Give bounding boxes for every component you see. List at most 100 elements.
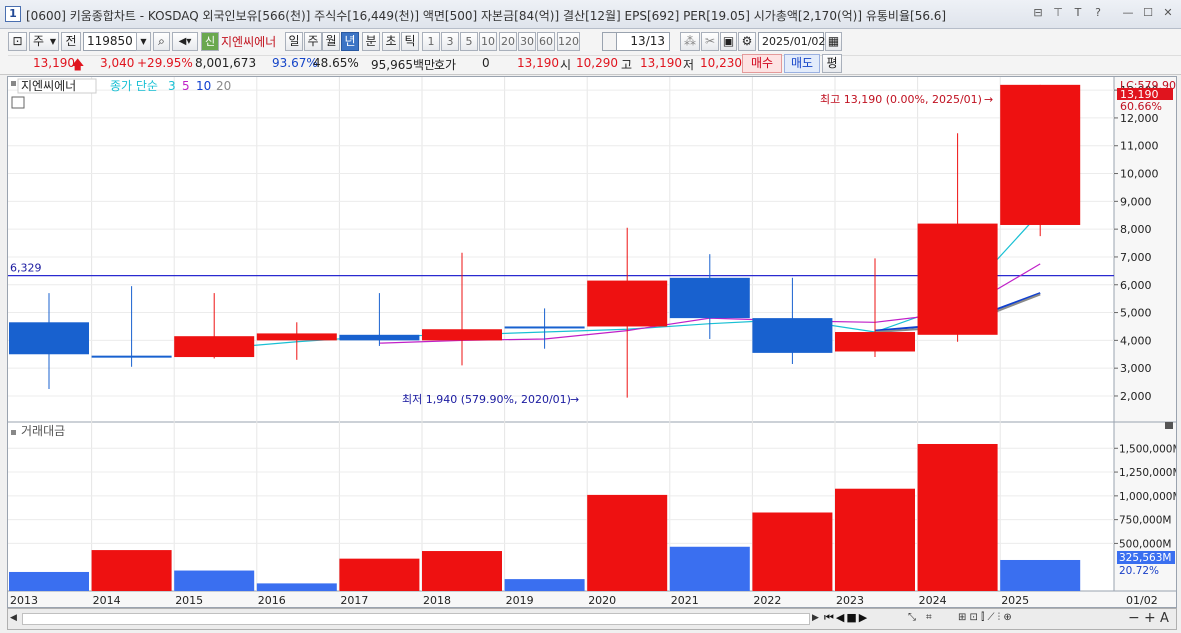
arrow-up-icon: 🡅: [71, 58, 85, 73]
volume-y-tick-label: 1,250,000M: [1119, 467, 1176, 479]
period-tab-4[interactable]: 분: [362, 32, 380, 51]
count-input[interactable]: 13/13: [616, 32, 670, 51]
period-tab-3[interactable]: 년: [341, 32, 359, 51]
open-label: 시: [560, 58, 572, 72]
scope-button[interactable]: 전: [61, 32, 81, 51]
chevron-down-icon[interactable]: ▼: [136, 32, 151, 51]
stock-tag-badge: 신: [201, 32, 219, 51]
scroll-left-icon[interactable]: ◀: [10, 613, 17, 623]
zoom-out-icon[interactable]: ⤡: [908, 612, 922, 626]
minute-option-20[interactable]: 20: [499, 32, 517, 51]
title-bar: 1 [0600] 키움종합차트 - KOSDAQ 외국인보유[566(천)] 주…: [0, 0, 1181, 29]
ma-legend-label: 종가 단순: [110, 79, 158, 93]
volume-bar: [752, 512, 833, 591]
candle-body: [669, 277, 750, 319]
chart-settings-icon[interactable]: ⊡: [8, 32, 27, 51]
candle-body: [91, 355, 172, 358]
count-total: /13: [645, 34, 665, 48]
hoga-label: 호가: [434, 58, 457, 72]
x-tick-label: 2017: [340, 594, 368, 607]
volume-bar: [669, 546, 750, 591]
candle-body: [752, 318, 833, 353]
pin-icon[interactable]: ⊤: [1051, 6, 1065, 20]
font-icon[interactable]: T: [1071, 6, 1085, 20]
y-tick-label: 4,000: [1120, 334, 1152, 347]
date-input[interactable]: 2025/01/02: [758, 32, 825, 51]
candle-body: [917, 223, 998, 335]
volume-bar: [1000, 559, 1081, 591]
minute-option-10[interactable]: 10: [479, 32, 497, 51]
hoga-price: 13,190: [517, 56, 559, 70]
x-tick-label: 2018: [423, 594, 451, 607]
layout-icon[interactable]: ⊟: [1031, 6, 1045, 20]
ma-legend-period: 3: [168, 79, 176, 93]
scissors-icon[interactable]: ✂: [701, 32, 719, 51]
volume-bar: [422, 551, 502, 591]
scroll-right-icon[interactable]: ▶: [812, 613, 819, 623]
buy-button[interactable]: 매수: [742, 54, 782, 73]
window-number-icon[interactable]: 1: [5, 6, 21, 22]
x-tick-label: 2015: [175, 594, 203, 607]
period-tab-6[interactable]: 틱: [401, 32, 419, 51]
y-tick-label: 5,000: [1120, 307, 1152, 320]
y-tick-label: 7,000: [1120, 251, 1152, 264]
candle-body: [9, 322, 89, 355]
volume-bar: [587, 494, 668, 591]
minute-option-60[interactable]: 60: [537, 32, 555, 51]
y-tick-label: 12,000: [1120, 112, 1159, 125]
period-tab-0[interactable]: 일: [285, 32, 303, 51]
tools-icon[interactable]: ⊞ ⊡ ⫿ ⟋ ⫶ ⊕: [958, 612, 1012, 623]
minute-option-5[interactable]: 5: [460, 32, 478, 51]
chart-scroll-bar[interactable]: ◀ ▶ ⏮◀■▶ ⤡ ⌗ ⊞ ⊡ ⫿ ⟋ ⫶ ⊕ − + A: [7, 608, 1177, 630]
volume-bar: [9, 571, 89, 591]
volume: 8,001,673: [195, 56, 257, 70]
save-icon[interactable]: ▣: [720, 32, 737, 51]
help-icon[interactable]: ?: [1091, 6, 1105, 20]
minute-option-3[interactable]: 3: [441, 32, 459, 51]
maximize-icon[interactable]: ☐: [1141, 6, 1155, 20]
period-tab-2[interactable]: 월: [322, 32, 340, 51]
minute-option-1[interactable]: 1: [422, 32, 440, 51]
volume-ratio: 93.67%: [272, 56, 318, 70]
period-type-select[interactable]: 주 ▼: [29, 32, 59, 51]
volume-tag: 325,563M: [1119, 552, 1171, 564]
minute-option-120[interactable]: 120: [557, 32, 580, 51]
low-label: 저: [683, 58, 695, 72]
gear-icon[interactable]: ⚙: [738, 32, 756, 51]
volume-legend-label: 거래대금: [21, 424, 65, 438]
minute-option-30[interactable]: 30: [518, 32, 536, 51]
period-tab-5[interactable]: 초: [382, 32, 400, 51]
volume-y-tick-label: 500,000M: [1119, 538, 1171, 550]
low-price: 10,230: [700, 56, 742, 70]
max-price-annotation: 최고 13,190 (0.00%, 2025/01): [820, 93, 982, 106]
minimize-icon[interactable]: —: [1121, 6, 1135, 20]
chart-type-icon[interactable]: ⌗: [926, 612, 932, 623]
evaluate-button[interactable]: 평: [822, 54, 842, 73]
playback-controls[interactable]: ⏮◀■▶: [824, 611, 869, 625]
link-icon[interactable]: ⁂: [680, 32, 700, 51]
close-icon[interactable]: ✕: [1161, 6, 1175, 20]
x-last-date: 01/02: [1126, 594, 1158, 607]
calendar-icon[interactable]: ▦: [825, 32, 842, 51]
price-change: 3,040: [100, 56, 135, 70]
chart-area[interactable]: 13,00012,00011,00010,0009,0008,0007,0006…: [7, 76, 1181, 608]
period-type-value: 주: [33, 34, 45, 48]
zoom-minus-icon[interactable]: −: [1128, 610, 1140, 626]
candle-body: [587, 280, 668, 327]
x-tick-label: 2021: [671, 594, 699, 607]
speaker-icon[interactable]: ◀▾: [172, 32, 198, 51]
x-tick-label: 2023: [836, 594, 864, 607]
high-label: 고: [621, 58, 633, 72]
font-size-icon[interactable]: A: [1160, 611, 1169, 626]
price-chart-svg[interactable]: 13,00012,00011,00010,0009,0008,0007,0006…: [8, 77, 1181, 607]
price-change-percent: +29.95%: [137, 56, 193, 70]
volume-y-tick-label: 1,500,000M: [1119, 443, 1176, 455]
x-tick-label: 2020: [588, 594, 616, 607]
zoom-plus-icon[interactable]: +: [1144, 610, 1156, 626]
volume-bar: [835, 488, 915, 591]
scroll-track[interactable]: [22, 613, 810, 625]
volume-bar: [339, 558, 420, 591]
sell-button[interactable]: 매도: [784, 54, 820, 73]
search-icon[interactable]: ⌕: [153, 32, 170, 51]
period-tab-1[interactable]: 주: [304, 32, 322, 51]
